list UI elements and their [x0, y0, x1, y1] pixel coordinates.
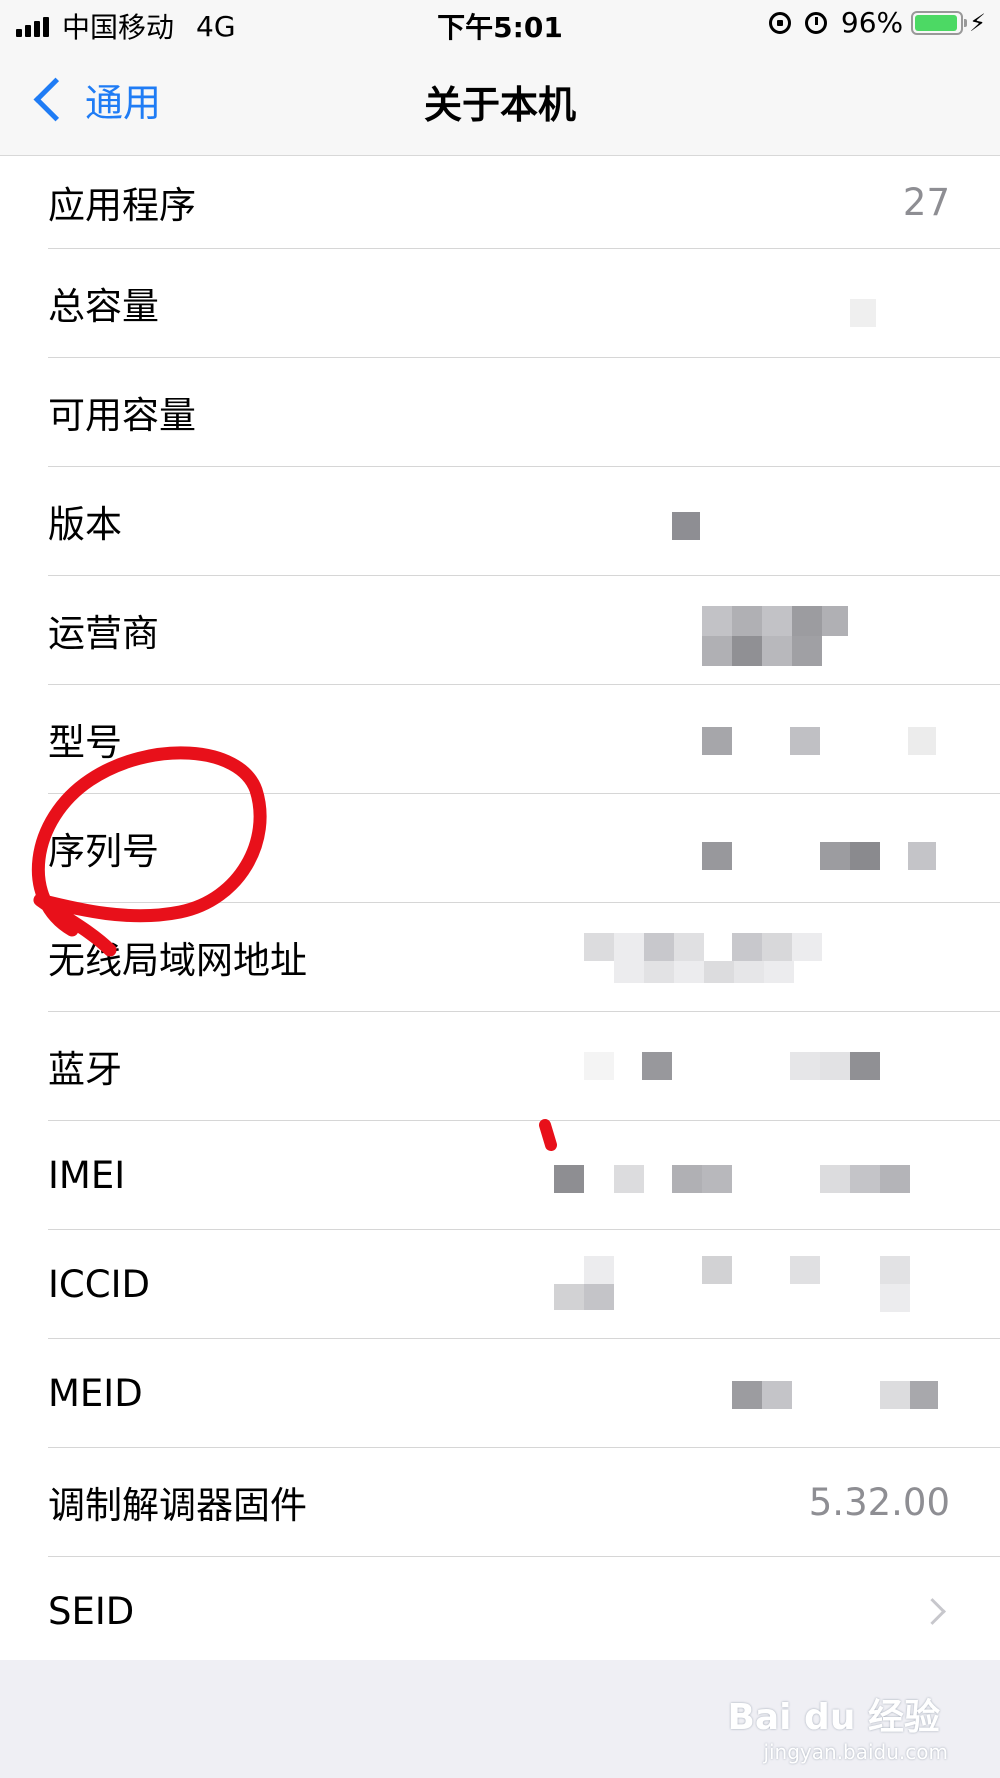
redacted-mosaic [48, 685, 1000, 793]
redacted-mosaic [48, 1230, 1000, 1338]
row-seid[interactable]: SEID [48, 1557, 1000, 1666]
row-available: 可用容量 [48, 358, 1000, 467]
watermark-logo: Bai du 经验 [727, 1697, 940, 1738]
row-value: 27 [902, 180, 950, 224]
row-label: 可用容量 [48, 394, 196, 437]
battery-fill [915, 14, 958, 31]
orientation-lock-icon [768, 11, 791, 34]
row-label: 型号 [48, 721, 122, 764]
row-iccid: ICCID [48, 1230, 1000, 1339]
battery-icon [911, 10, 968, 35]
row-wifi-address: 无线局域网地址 [48, 903, 1000, 1012]
redacted-mosaic [48, 1121, 1000, 1229]
row-apps: 应用程序 27 [48, 156, 1000, 249]
row-capacity: 总容量 [48, 249, 1000, 358]
alarm-clock-icon [804, 11, 827, 34]
redacted-mosaic [48, 794, 1000, 902]
redacted-mosaic [48, 1339, 1000, 1447]
row-label: 序列号 [48, 830, 159, 873]
row-bluetooth: 蓝牙 [48, 1012, 1000, 1121]
battery-percent: 96% [840, 6, 904, 39]
row-value: 5.32.00 [808, 1480, 950, 1524]
row-carrier: 运营商 [48, 576, 1000, 685]
redacted-mosaic [48, 576, 1000, 684]
row-serial-number: 序列号 [48, 794, 1000, 903]
row-modem-firmware: 调制解调器固件 5.32.00 [48, 1448, 1000, 1557]
row-label: 总容量 [48, 285, 159, 328]
watermark-site: jingyan.baidu.com [763, 1740, 948, 1764]
row-model: 型号 [48, 685, 1000, 794]
about-info-table: 应用程序 27 总容量 可用容量 版本 运营商 型号 序列号 无线局域网地址 蓝… [0, 156, 1000, 1666]
row-meid: MEID [48, 1339, 1000, 1448]
row-label: SEID [48, 1589, 135, 1633]
row-imei: IMEI [48, 1121, 1000, 1230]
redacted-mosaic [48, 249, 1000, 357]
charging-bolt-icon: ⚡ [969, 8, 986, 37]
status-right: 96% ⚡ [768, 6, 986, 39]
row-label: 调制解调器固件 [48, 1484, 307, 1527]
row-label: 蓝牙 [48, 1048, 122, 1091]
row-label: 无线局域网地址 [48, 939, 307, 982]
row-label: 运营商 [48, 612, 159, 655]
row-label: 版本 [48, 503, 122, 546]
row-label: MEID [48, 1371, 143, 1415]
redacted-mosaic [48, 1012, 1000, 1120]
row-version: 版本 [48, 467, 1000, 576]
row-label: ICCID [48, 1262, 150, 1306]
status-bar: 中国移动 4G 下午5:01 96% ⚡ [0, 0, 1000, 52]
row-label: IMEI [48, 1153, 126, 1197]
row-label: 应用程序 [48, 184, 196, 227]
redacted-mosaic [48, 467, 1000, 575]
chevron-right-icon [919, 1597, 946, 1625]
navigation-bar: 通用 关于本机 [0, 52, 1000, 156]
footer-area: Bai du 经验 jingyan.baidu.com [0, 1660, 1000, 1778]
page-title: 关于本机 [423, 83, 576, 127]
